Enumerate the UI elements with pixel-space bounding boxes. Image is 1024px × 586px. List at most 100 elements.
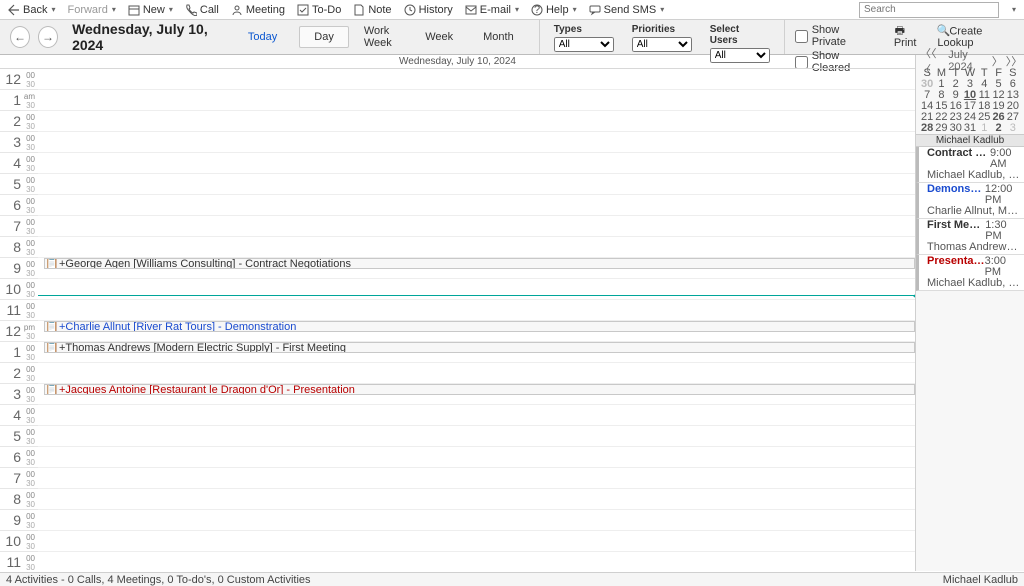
event-icon: 📋 [47, 343, 57, 353]
view-workweek[interactable]: Work Week [349, 20, 410, 54]
mini-day[interactable]: 28 [920, 123, 934, 134]
back-button[interactable]: Back ▾ [8, 4, 55, 16]
mini-day[interactable]: 2 [991, 123, 1005, 134]
nav-bar: ← → Wednesday, July 10, 2024 Today Day W… [0, 20, 1024, 55]
calendar-grid[interactable]: 1200301am3020030300304003050030600307003… [0, 69, 915, 571]
mini-nav: 〈〈 〈 July 2024 〉 〉〉 [916, 55, 1024, 67]
nav-left: ← → Wednesday, July 10, 2024 Today Day W… [0, 20, 539, 54]
note-label: Note [368, 4, 391, 16]
status-bar: 4 Activities - 0 Calls, 4 Meetings, 0 To… [0, 572, 1024, 586]
event-label: +Charlie Allnut [River Rat Tours] - Demo… [59, 321, 296, 332]
chevron-down-icon: ▾ [573, 5, 577, 14]
event-icon: 📋 [47, 322, 57, 332]
chevron-down-icon: ▾ [51, 5, 55, 14]
call-button[interactable]: Call [185, 4, 219, 16]
event-label: +George Agen [Williams Consulting] - Con… [59, 258, 351, 269]
forward-button[interactable]: Forward ▾ [67, 4, 115, 16]
check-icon [297, 4, 309, 16]
note-button[interactable]: Note [353, 4, 391, 16]
search-options[interactable]: ▾ [1012, 5, 1016, 14]
event-label: +Thomas Andrews [Modern Electric Supply]… [59, 342, 346, 353]
status-user: Michael Kadlub [943, 574, 1018, 586]
event-label: +Jacques Antoine [Restaurant le Dragon d… [59, 384, 355, 395]
types-select[interactable]: All [554, 37, 614, 52]
view-week[interactable]: Week [410, 26, 468, 48]
todo-label: To-Do [312, 4, 341, 16]
svg-text:?: ? [534, 4, 540, 16]
calendar-event[interactable]: 📋+Jacques Antoine [Restaurant le Dragon … [44, 384, 915, 395]
status-text: 4 Activities - 0 Calls, 4 Meetings, 0 To… [6, 574, 311, 586]
agenda-list: Contract Nego...9:00 AMMichael Kadlub, G… [916, 147, 1024, 291]
forward-label: Forward [67, 4, 107, 16]
event-icon: 📋 [47, 259, 57, 269]
meeting-label: Meeting [246, 4, 285, 16]
calendar-event[interactable]: 📋+George Agen [Williams Consulting] - Co… [44, 258, 915, 269]
call-label: Call [200, 4, 219, 16]
chevron-down-icon: ▾ [169, 5, 173, 14]
chevron-down-icon: ▾ [515, 5, 519, 14]
help-button[interactable]: ? Help ▾ [531, 4, 577, 16]
phone-icon [185, 4, 197, 16]
lookup-icon: 🔍 [937, 25, 949, 37]
calendar-icon [128, 4, 140, 16]
priorities-label: Priorities [632, 24, 692, 35]
right-panel: 〈〈 〈 July 2024 〉 〉〉 SMTWTFS 301234567891… [916, 55, 1024, 571]
agenda-header: Michael Kadlub [916, 134, 1024, 147]
mini-calendar[interactable]: SMTWTFS 30123456789101112131415161718192… [916, 67, 1024, 134]
calendar: Wednesday, July 10, 2024 1200301am302003… [0, 55, 916, 571]
agenda-item[interactable]: First Meeting1:30 PMThomas Andrews, Mich… [916, 219, 1024, 255]
agenda-item[interactable]: Presentation3:00 PMMichael Kadlub, Jacqu… [916, 255, 1024, 291]
chevron-down-icon: ▾ [660, 5, 664, 14]
calendar-event[interactable]: 📋+Charlie Allnut [River Rat Tours] - Dem… [44, 321, 915, 332]
create-lookup-button[interactable]: 🔍Create Lookup [937, 25, 1014, 50]
note-icon [353, 4, 365, 16]
event-icon: 📋 [47, 385, 57, 395]
filters: Types All Priorities All Select Users Al… [539, 20, 785, 54]
print-icon: 🖶 [894, 25, 906, 37]
current-time-line [38, 295, 915, 296]
calendar-header: Wednesday, July 10, 2024 [0, 55, 915, 69]
people-icon [231, 4, 243, 16]
mail-icon [465, 4, 477, 16]
sms-icon [589, 4, 601, 16]
back-icon [8, 4, 20, 16]
history-label: History [419, 4, 453, 16]
view-day[interactable]: Day [299, 26, 349, 48]
history-icon [404, 4, 416, 16]
chevron-down-icon: ▾ [112, 5, 116, 14]
todo-button[interactable]: To-Do [297, 4, 341, 16]
nav-back-button[interactable]: ← [10, 26, 30, 48]
priorities-select[interactable]: All [632, 37, 692, 52]
users-label: Select Users [710, 24, 770, 46]
new-button[interactable]: New ▾ [128, 4, 173, 16]
types-label: Types [554, 24, 614, 35]
show-private-check[interactable]: Show Private [795, 24, 874, 48]
mini-day[interactable]: 1 [977, 123, 991, 134]
history-button[interactable]: History [404, 4, 453, 16]
mini-day[interactable]: 30 [949, 123, 963, 134]
help-icon: ? [531, 4, 543, 16]
email-button[interactable]: E-mail ▾ [465, 4, 519, 16]
nav-forward-button[interactable]: → [38, 26, 58, 48]
agenda-item[interactable]: Demonstration12:00 PMCharlie Allnut, Mic… [916, 183, 1024, 219]
help-label: Help [546, 4, 569, 16]
main-toolbar: Back ▾ Forward ▾ New ▾ Call Meeting To-Do N… [0, 0, 1024, 20]
date-title: Wednesday, July 10, 2024 [72, 21, 226, 53]
meeting-button[interactable]: Meeting [231, 4, 285, 16]
today-link[interactable]: Today [248, 31, 277, 43]
new-label: New [143, 4, 165, 16]
email-label: E-mail [480, 4, 511, 16]
sms-button[interactable]: Send SMS▾ [589, 4, 665, 16]
calendar-event[interactable]: 📋+Thomas Andrews [Modern Electric Supply… [44, 342, 915, 353]
agenda-item[interactable]: Contract Nego...9:00 AMMichael Kadlub, G… [916, 147, 1024, 183]
mini-day[interactable]: 31 [963, 123, 977, 134]
sms-label: Send SMS [604, 4, 657, 16]
view-month[interactable]: Month [468, 26, 529, 48]
mini-day[interactable]: 3 [1006, 123, 1020, 134]
view-switch: Day Work Week Week Month [299, 20, 528, 54]
show-checks: Show Private Show Cleared [785, 20, 884, 54]
back-label: Back [23, 4, 47, 16]
search-input[interactable] [859, 2, 999, 18]
main-area: Wednesday, July 10, 2024 1200301am302003… [0, 55, 1024, 571]
mini-day[interactable]: 29 [934, 123, 948, 134]
